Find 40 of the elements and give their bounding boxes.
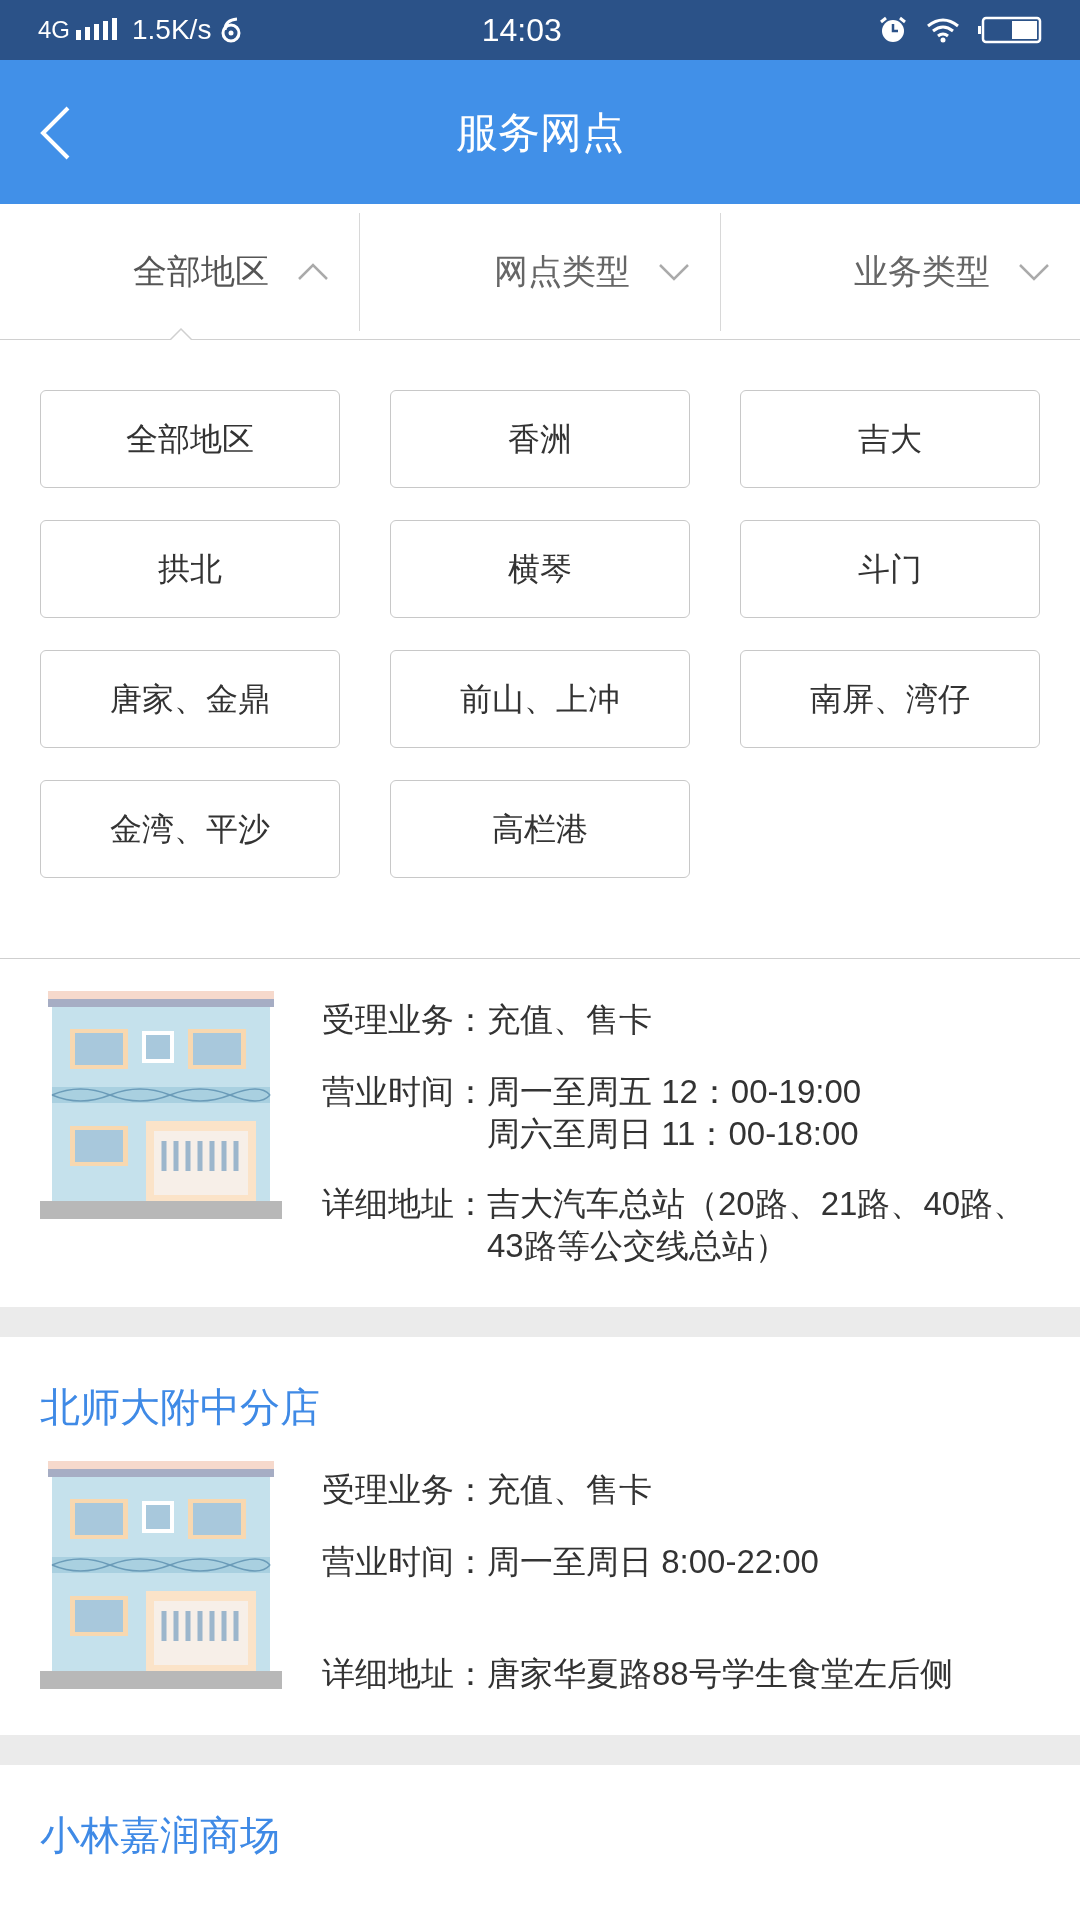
field-value: 唐家华夏路88号学生食堂左后侧: [487, 1654, 954, 1694]
region-option[interactable]: 南屏、湾仔: [740, 650, 1040, 748]
field-label: 详细地址：: [322, 1184, 487, 1224]
field-label: 详细地址：: [322, 1654, 487, 1694]
field-label: 营业时间：: [322, 1542, 487, 1582]
page-title: 服务网点: [456, 107, 624, 158]
filter-tab[interactable]: 业务类型: [854, 246, 1050, 297]
region-option[interactable]: 高栏港: [390, 780, 690, 878]
filter-tab[interactable]: 网点类型: [493, 246, 690, 297]
chevron-down-icon: [1018, 262, 1050, 281]
chevron-down-icon: [657, 262, 690, 281]
clock-time: 14:03: [481, 11, 562, 50]
region-option[interactable]: 拱北: [40, 520, 340, 618]
region-option[interactable]: 唐家、金鼎: [40, 650, 340, 748]
network-type: 4G: [38, 15, 70, 45]
field-value: 充值、售卡: [487, 1470, 653, 1510]
region-option[interactable]: 金湾、平沙: [40, 780, 340, 878]
field-label: 受理业务：: [322, 1000, 487, 1040]
region-option[interactable]: 前山、上冲: [390, 650, 690, 748]
field-value: 吉大汽车总站（20路、21路、40路、43路等公交线总站）: [487, 1184, 1028, 1266]
signal-icon: [74, 18, 118, 42]
field-label: 营业时间：: [322, 1072, 487, 1112]
outlet-name[interactable]: 小林嘉润商场: [40, 1807, 1040, 1863]
field-value: 周一至周日 8:00-22:00: [487, 1542, 820, 1582]
chevron-up-icon: [297, 262, 330, 281]
region-option[interactable]: 香洲: [390, 390, 690, 488]
battery-icon: [978, 16, 1042, 44]
network-speed: 1.5K/s: [132, 13, 212, 47]
outlet-name[interactable]: 北师大附中分店: [40, 1379, 1040, 1435]
alarm-icon: [878, 15, 908, 45]
filter-tab[interactable]: 全部地区: [133, 246, 330, 297]
field-label: 受理业务：: [322, 1470, 487, 1510]
wifi-icon: [926, 17, 960, 43]
region-option[interactable]: 横琴: [390, 520, 690, 618]
region-option[interactable]: 斗门: [740, 520, 1040, 618]
field-value: 充值、售卡: [487, 1000, 653, 1040]
region-option[interactable]: 全部地区: [40, 390, 340, 488]
field-value: 周六至周日 11：00-18:00: [487, 1114, 860, 1154]
region-option[interactable]: 吉大: [740, 390, 1040, 488]
field-value: 周一至周五 12：00-19:00: [487, 1072, 863, 1112]
